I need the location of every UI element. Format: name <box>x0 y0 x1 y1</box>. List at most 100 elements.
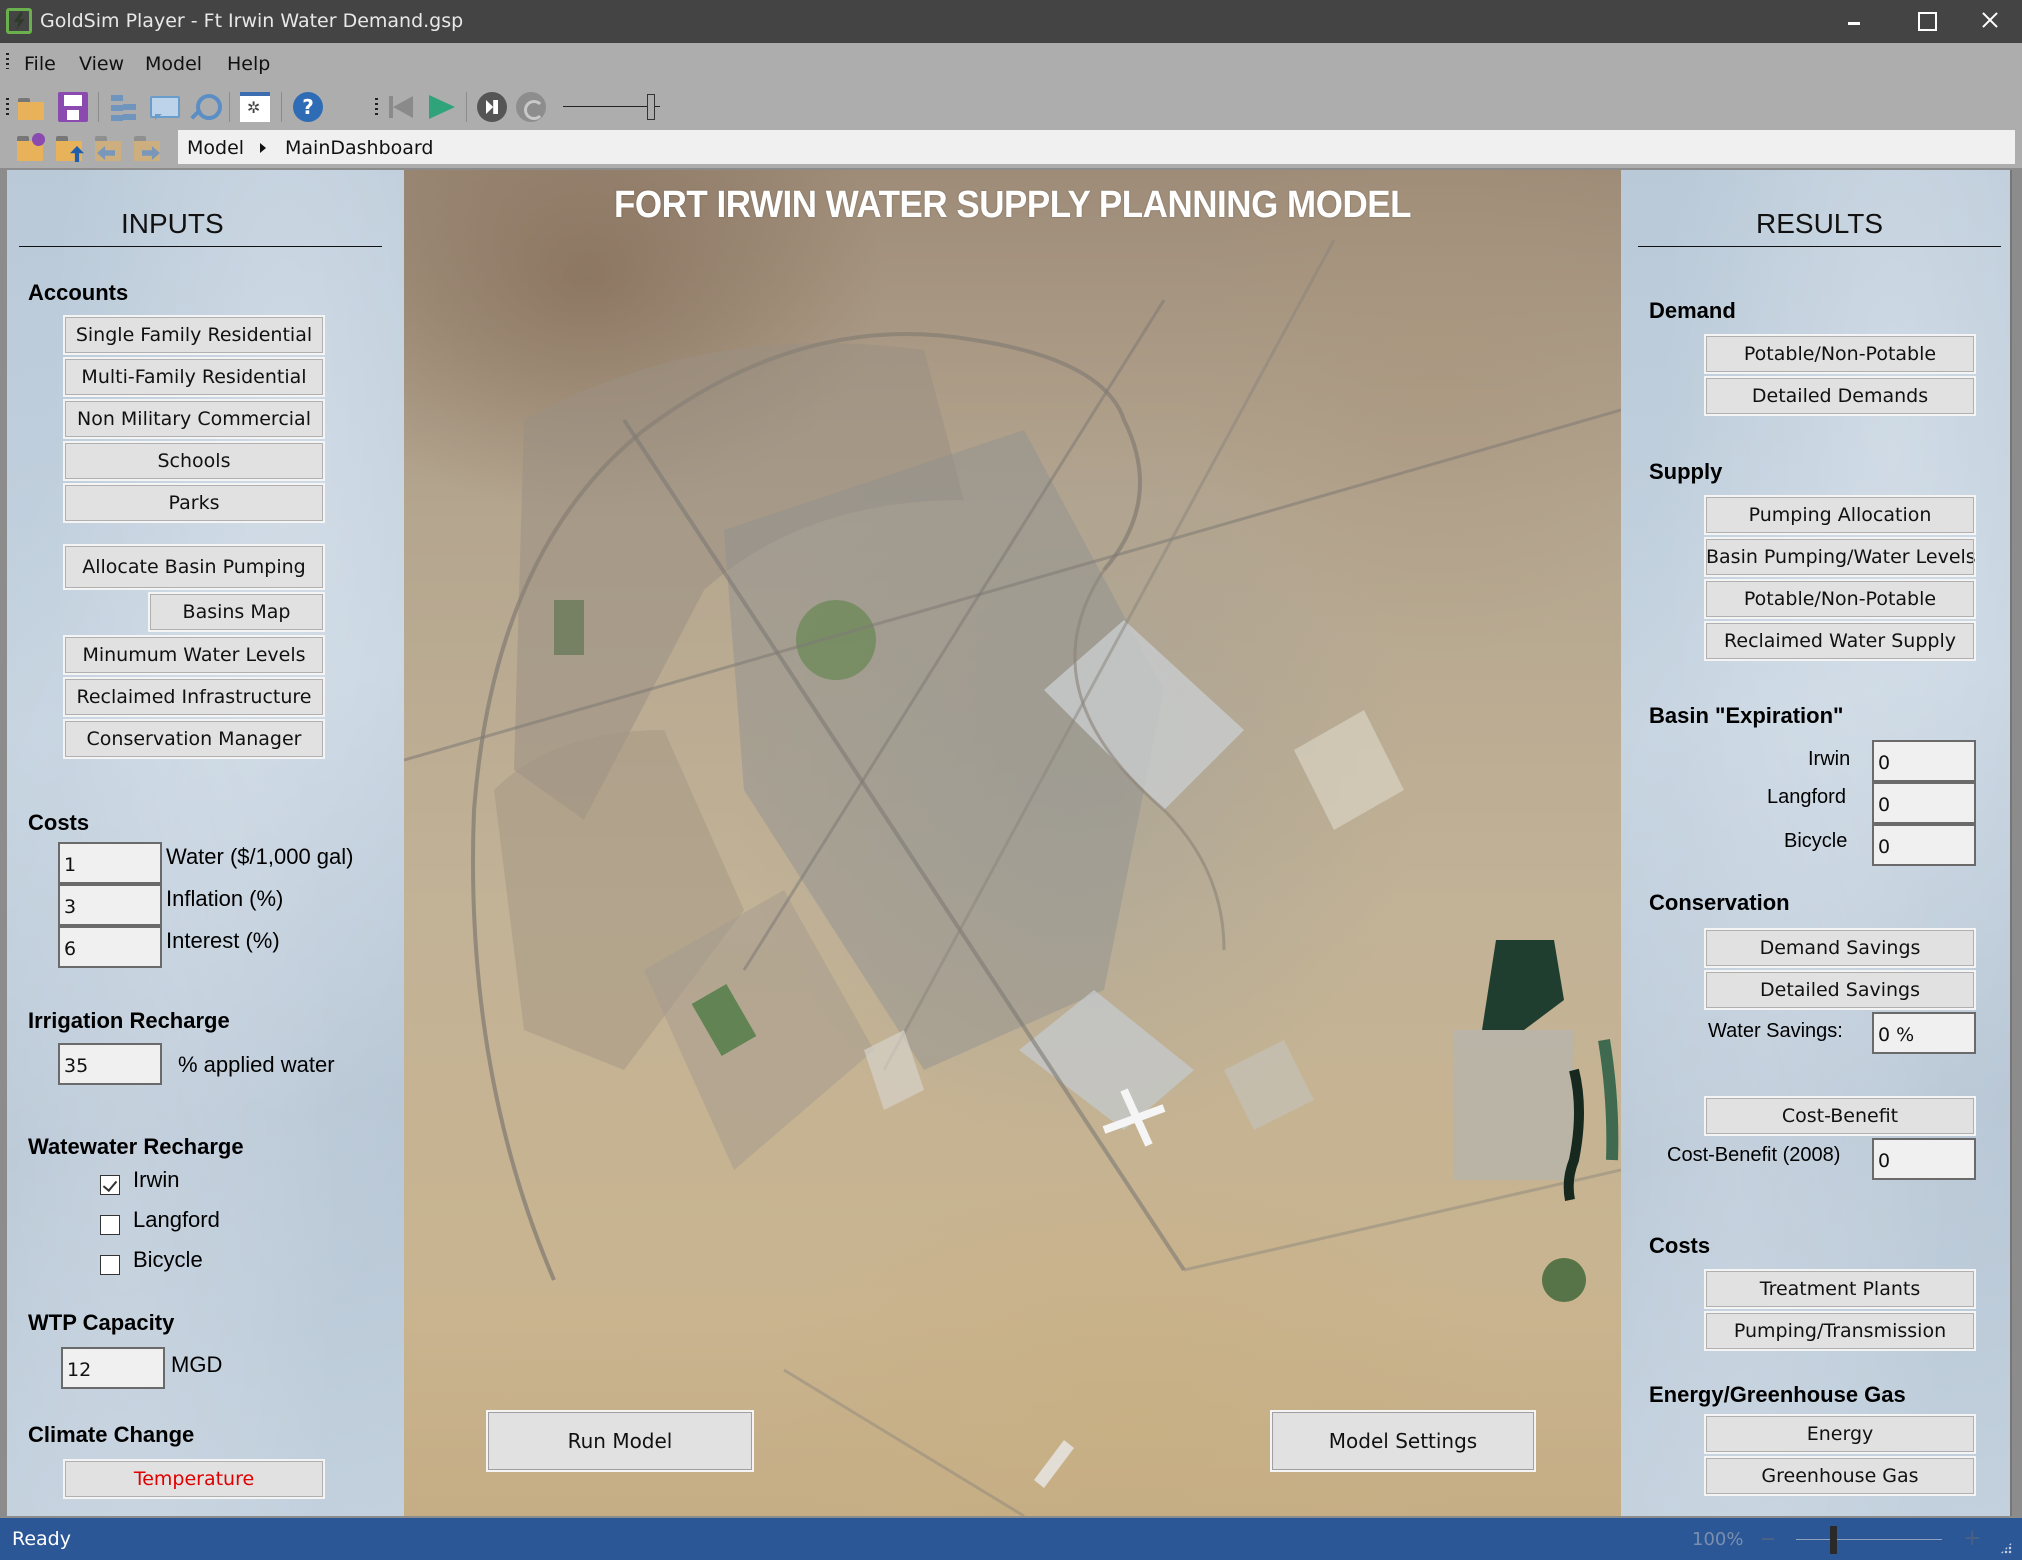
breadcrumb-maindashboard[interactable]: MainDashboard <box>285 137 433 159</box>
climate-change-label: Climate Change <box>28 1422 195 1447</box>
supply-label: Supply <box>1649 459 1723 484</box>
wastewater-recharge-label: Watewater Recharge <box>28 1134 244 1159</box>
menubar-grip[interactable] <box>6 53 9 69</box>
goldsim-app-icon <box>6 8 32 34</box>
breadcrumb-separator-icon[interactable] <box>260 143 266 153</box>
zoom-in-icon[interactable]: + <box>1963 1528 1981 1550</box>
speed-slider[interactable] <box>563 94 663 120</box>
tent-area <box>1294 710 1404 830</box>
supply-potable-non-potable-button[interactable]: Potable/Non-Potable <box>1704 579 1976 619</box>
help-icon[interactable]: ? <box>293 92 323 122</box>
breadcrumb-model[interactable]: Model <box>187 137 244 159</box>
schools-button[interactable]: Schools <box>63 441 325 481</box>
expiration-langford-field[interactable]: 0 <box>1872 782 1976 824</box>
reset-icon[interactable] <box>516 92 546 122</box>
interest-field[interactable]: 6 <box>58 926 162 968</box>
hangar <box>1034 1440 1074 1488</box>
window-title: GoldSim Player - Ft Irwin Water Demand.g… <box>40 10 464 32</box>
bicycle-checkbox-label: Bicycle <box>133 1247 203 1272</box>
comment-icon[interactable] <box>148 92 180 122</box>
applied-water-label: % applied water <box>178 1052 335 1077</box>
water-cost-field[interactable]: 1 <box>58 842 162 884</box>
toolbar-grip[interactable] <box>6 98 9 116</box>
irrigation-recharge-label: Irrigation Recharge <box>28 1008 230 1033</box>
maximize-button[interactable] <box>1894 0 1958 43</box>
inflation-field[interactable]: 3 <box>58 884 162 926</box>
road-southeast <box>1183 1168 1621 1272</box>
accounts-label: Accounts <box>28 280 129 305</box>
first-step-icon[interactable] <box>385 92 415 122</box>
zoom-out-icon[interactable] <box>1762 1538 1774 1540</box>
detailed-savings-button[interactable]: Detailed Savings <box>1704 970 1976 1010</box>
expiration-bicycle-field[interactable]: 0 <box>1872 824 1976 866</box>
toolbar-grip[interactable] <box>375 98 378 116</box>
expiration-irwin-field[interactable]: 0 <box>1872 740 1976 782</box>
greenhouse-gas-button[interactable]: Greenhouse Gas <box>1704 1456 1976 1496</box>
folder-forward-icon[interactable] <box>132 132 164 164</box>
inputs-divider <box>19 246 382 247</box>
run-model-button[interactable]: Run Model <box>486 1410 754 1472</box>
play-icon[interactable] <box>425 92 455 122</box>
treatment-plants-button[interactable]: Treatment Plants <box>1704 1269 1976 1309</box>
pumping-transmission-button[interactable]: Pumping/Transmission <box>1704 1311 1976 1351</box>
tree-cluster <box>1542 1258 1586 1302</box>
bicycle-checkbox[interactable] <box>100 1255 120 1275</box>
expiration-langford-label: Langford <box>1767 786 1846 808</box>
non-military-commercial-button[interactable]: Non Military Commercial <box>63 399 325 439</box>
minimum-water-levels-button[interactable]: Minumum Water Levels <box>63 635 325 675</box>
basin-pumping-water-levels-button[interactable]: Basin Pumping/Water Levels <box>1704 537 1976 577</box>
open-folder-icon[interactable] <box>16 92 46 122</box>
mgd-unit-label: MGD <box>171 1352 223 1377</box>
inflation-label: Inflation (%) <box>166 886 284 911</box>
step-icon[interactable] <box>477 92 507 122</box>
breadcrumb: Model MainDashboard <box>178 130 2015 164</box>
temperature-button[interactable]: Temperature <box>63 1459 325 1499</box>
menu-view[interactable]: View <box>79 53 124 75</box>
irwin-checkbox[interactable] <box>100 1175 120 1195</box>
cost-benefit-button[interactable]: Cost-Benefit <box>1704 1096 1976 1136</box>
demand-potable-non-potable-button[interactable]: Potable/Non-Potable <box>1704 334 1976 374</box>
resize-grip-icon[interactable] <box>2000 1542 2012 1554</box>
menu-bar: File View Model Help <box>0 43 2022 86</box>
menu-help[interactable]: Help <box>227 53 270 75</box>
allocate-basin-pumping-button[interactable]: Allocate Basin Pumping <box>63 544 325 590</box>
back-arrow-icon <box>97 146 115 160</box>
close-button[interactable] <box>1958 0 2022 43</box>
home-folder-icon[interactable] <box>15 132 47 164</box>
speed-slider-track <box>563 106 660 107</box>
save-icon[interactable] <box>58 92 88 122</box>
search-icon[interactable] <box>188 92 222 122</box>
toolbar-separator <box>229 92 230 122</box>
langford-checkbox-label: Langford <box>133 1207 220 1232</box>
water-savings-field[interactable]: 0 % <box>1872 1012 1976 1054</box>
menu-file[interactable]: File <box>24 53 56 75</box>
demand-savings-button[interactable]: Demand Savings <box>1704 928 1976 968</box>
langford-checkbox[interactable] <box>100 1215 120 1235</box>
energy-button[interactable]: Energy <box>1704 1414 1976 1454</box>
parks-button[interactable]: Parks <box>63 483 325 523</box>
basins-map-button[interactable]: Basins Map <box>148 592 325 632</box>
irrigation-recharge-field[interactable]: 35 <box>58 1043 162 1085</box>
model-settings-button[interactable]: Model Settings <box>1270 1410 1536 1472</box>
wtp-capacity-field[interactable]: 12 <box>61 1347 165 1389</box>
model-tree-icon[interactable] <box>108 92 138 122</box>
pumping-allocation-button[interactable]: Pumping Allocation <box>1704 495 1976 535</box>
reclaimed-water-supply-button[interactable]: Reclaimed Water Supply <box>1704 621 1976 661</box>
up-arrow-icon <box>70 146 84 162</box>
settings-window-icon[interactable] <box>240 92 270 122</box>
single-family-residential-button[interactable]: Single Family Residential <box>63 315 325 355</box>
folder-back-icon[interactable] <box>93 132 125 164</box>
zoom-slider-track[interactable] <box>1796 1539 1942 1540</box>
speed-slider-thumb[interactable] <box>647 94 655 120</box>
menu-model[interactable]: Model <box>145 53 202 75</box>
minimize-button[interactable] <box>1822 0 1886 43</box>
wastewater-plant <box>1454 1030 1574 1180</box>
conservation-manager-button[interactable]: Conservation Manager <box>63 719 325 759</box>
zoom-slider-thumb[interactable] <box>1830 1526 1837 1554</box>
multi-family-residential-button[interactable]: Multi-Family Residential <box>63 357 325 397</box>
cost-benefit-2008-field[interactable]: 0 <box>1872 1138 1976 1180</box>
detailed-demands-button[interactable]: Detailed Demands <box>1704 376 1976 416</box>
reclaimed-infrastructure-button[interactable]: Reclaimed Infrastructure <box>63 677 325 717</box>
folder-up-icon[interactable] <box>54 132 86 164</box>
forward-arrow-icon <box>142 146 160 160</box>
